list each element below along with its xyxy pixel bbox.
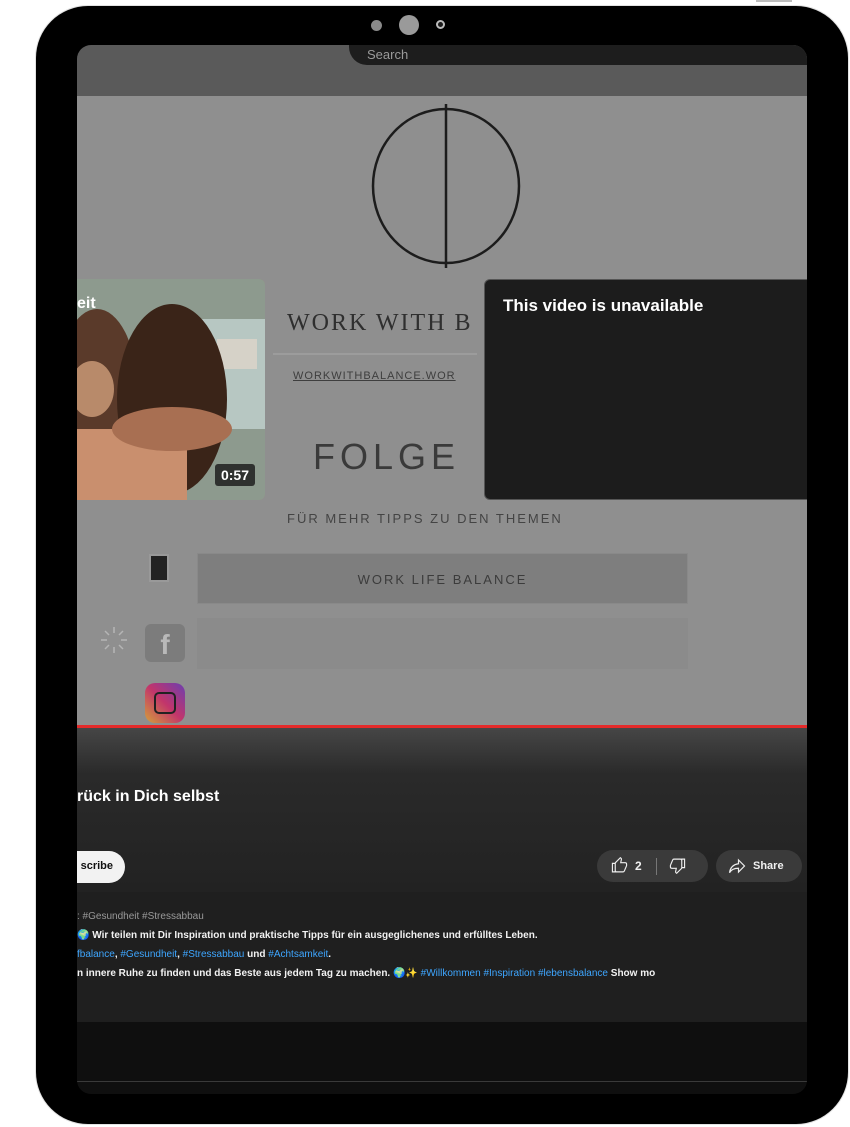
player-controls-strip [77, 728, 807, 774]
hashtag-link[interactable]: fbalance [77, 949, 115, 960]
facebook-icon: f [145, 624, 185, 662]
tag-joiner: und [244, 949, 269, 960]
endscreen-video-card[interactable]: eit 0:57 [77, 279, 265, 500]
share-label: Share [753, 860, 784, 872]
blurred-banner [197, 618, 688, 669]
description-hashtags: : #Gesundheit #Stressabbau [77, 911, 204, 922]
screen: Search WORK WITH B WORKWITHBALANCE.WOR F… [77, 45, 807, 1094]
hashtag-link[interactable]: #Achtsamkeit [268, 949, 328, 960]
follow-heading: FOLGE [313, 436, 461, 477]
video-subheading: FÜR MEHR TIPPS ZU DEN THEMEN [287, 511, 563, 526]
brand-text: WORK WITH B [287, 310, 473, 336]
video-duration-badge: 0:57 [214, 464, 255, 486]
globe-emoji-icon: 🌍 [77, 930, 93, 941]
share-icon [728, 858, 746, 874]
topic-banner: WORK LIFE BALANCE [197, 553, 688, 604]
hashtag-link[interactable]: #Stressabbau [183, 949, 245, 960]
unavailable-message: This video is unavailable [503, 296, 704, 315]
website-link: WORKWITHBALANCE.WOR [293, 370, 456, 382]
qr-code-icon [149, 554, 169, 582]
thumbs-up-icon[interactable] [611, 857, 628, 874]
top-bar: Search [77, 45, 807, 96]
emoji-icons: 🌍✨ [392, 968, 418, 979]
hashtag-link[interactable]: #Gesundheit [120, 949, 177, 960]
sensor-icon [371, 20, 382, 31]
search-placeholder: Search [367, 47, 409, 62]
topic-banner-label: WORK LIFE BALANCE [357, 572, 528, 587]
search-input[interactable]: Search [349, 45, 807, 65]
browser-corner-tab [756, 0, 792, 2]
description-line: n innere Ruhe zu finden und das Beste au… [77, 968, 655, 979]
tablet-frame: Search WORK WITH B WORKWITHBALANCE.WOR F… [36, 6, 848, 1124]
bottom-area [77, 1022, 807, 1094]
like-divider [656, 858, 657, 875]
like-count: 2 [635, 859, 642, 873]
instagram-icon [145, 683, 185, 723]
description-text: Wir teilen mit Dir Inspiration und prakt… [92, 930, 538, 941]
endscreen-video-title: eit [77, 295, 96, 312]
camera-icon [399, 15, 419, 35]
share-button[interactable]: Share [716, 850, 802, 882]
tag-joiner: . [328, 949, 332, 960]
video-player[interactable]: WORK WITH B WORKWITHBALANCE.WOR FOLGE FÜ… [77, 96, 807, 728]
description-line: 🌍 Wir teilen mit Dir Inspiration und pra… [77, 930, 538, 941]
hashtag-links[interactable]: #Willkommen #Inspiration #lebensbalance [421, 968, 608, 979]
subscribe-label: scribe [80, 860, 113, 872]
bottom-divider [77, 1081, 807, 1082]
video-title: rück in Dich selbst [77, 788, 220, 805]
thumbs-down-icon[interactable] [669, 857, 686, 874]
like-dislike-group: 2 [597, 850, 708, 882]
lens-icon [436, 20, 445, 29]
description-text: n innere Ruhe zu finden und das Beste au… [77, 968, 391, 979]
subscribe-button[interactable]: scribe [77, 851, 125, 883]
endscreen-unavailable-card[interactable]: This video is unavailable [484, 279, 807, 500]
description-tags-line: fbalance, #Gesundheit, #Stressabbau und … [77, 949, 331, 960]
show-more-link[interactable]: Show mo [611, 968, 655, 979]
